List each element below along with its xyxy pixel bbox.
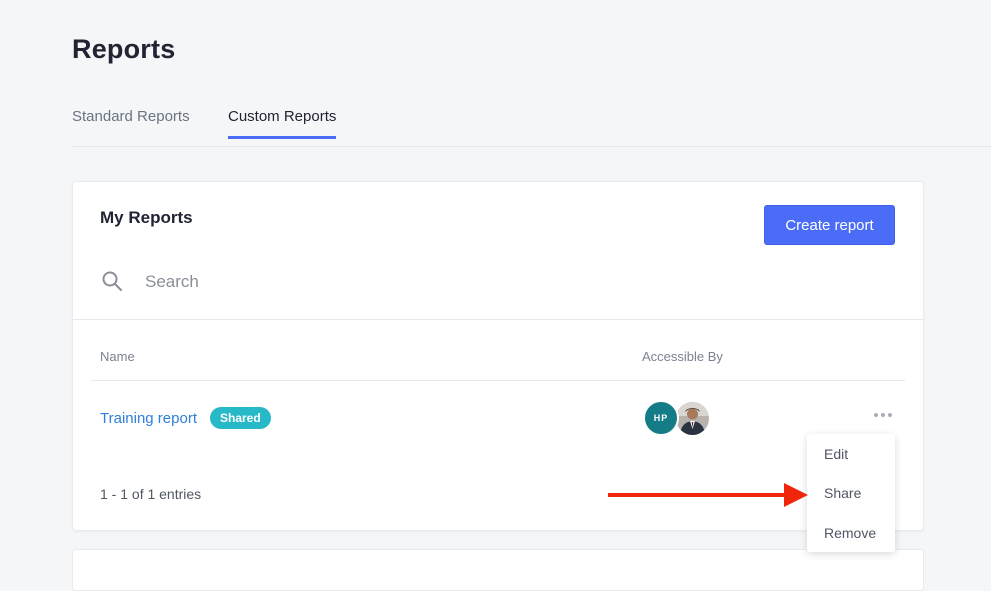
avatar-initials: HP bbox=[643, 400, 679, 436]
column-header-name: Name bbox=[100, 349, 135, 364]
page-title: Reports bbox=[72, 34, 176, 64]
my-reports-card: My Reports Create report Name Accessible… bbox=[72, 181, 924, 531]
row-more-button[interactable] bbox=[870, 406, 896, 424]
tab-custom-reports[interactable]: Custom Reports bbox=[228, 108, 337, 139]
shared-status-badge: Shared bbox=[210, 407, 271, 429]
menu-item-remove[interactable]: Remove bbox=[824, 525, 876, 541]
pagination-info: 1 - 1 of 1 entries bbox=[100, 486, 202, 502]
tab-standard-reports[interactable]: Standard Reports bbox=[72, 108, 190, 139]
search-icon bbox=[102, 271, 122, 291]
menu-item-edit[interactable]: Edit bbox=[824, 446, 848, 462]
card-title: My Reports bbox=[100, 208, 193, 227]
annotation-arrow bbox=[608, 483, 808, 507]
user-photo-icon bbox=[676, 402, 709, 435]
avatar-photo bbox=[674, 400, 711, 437]
column-header-accessible-by: Accessible By bbox=[642, 349, 723, 364]
search-input[interactable] bbox=[143, 268, 547, 296]
more-dot bbox=[881, 413, 885, 417]
row-action-menu: Edit Share Remove bbox=[807, 434, 895, 552]
more-dot bbox=[888, 413, 892, 417]
second-card bbox=[72, 549, 924, 591]
header-row-divider bbox=[91, 380, 905, 381]
card-divider bbox=[73, 319, 923, 320]
create-report-button[interactable]: Create report bbox=[764, 205, 895, 245]
more-dot bbox=[874, 413, 878, 417]
report-tabs: Standard Reports Custom Reports bbox=[72, 96, 991, 147]
report-row-link[interactable]: Training report bbox=[100, 410, 197, 427]
menu-item-share[interactable]: Share bbox=[824, 485, 861, 501]
